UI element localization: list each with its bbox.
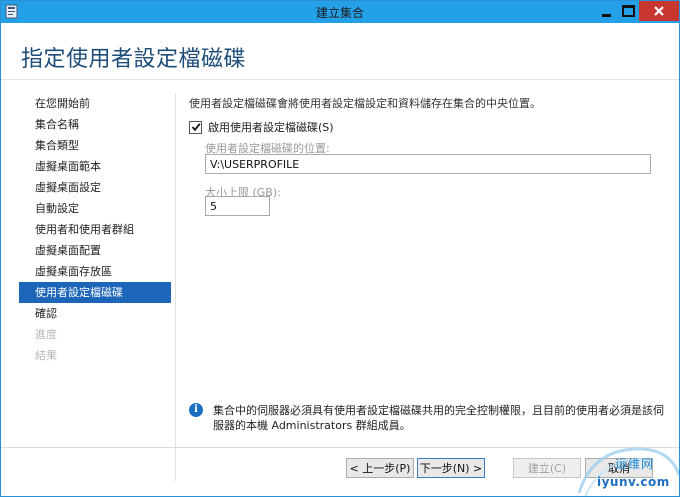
- wizard-nav: 在您開始前 集合名稱 集合類型 虛擬桌面範本 虛擬桌面設定 自動設定 使用者和使…: [19, 93, 171, 366]
- location-input[interactable]: [205, 154, 651, 174]
- checkmark-icon: [191, 123, 201, 132]
- minimize-icon: [601, 13, 611, 17]
- create-collection-window: 建立集合 指定使用者設定檔磁碟 在您開始前 集合名稱 集合類型 虛擬桌面範本 虛…: [0, 0, 680, 497]
- nav-item-before-you-begin[interactable]: 在您開始前: [19, 93, 171, 114]
- nav-item-vd-storage[interactable]: 虛擬桌面存放區: [19, 261, 171, 282]
- nav-item-collection-type[interactable]: 集合類型: [19, 135, 171, 156]
- nav-item-vd-settings[interactable]: 虛擬桌面設定: [19, 177, 171, 198]
- nav-item-confirmation[interactable]: 確認: [19, 303, 171, 324]
- window-title: 建立集合: [315, 6, 364, 20]
- nav-item-users-groups[interactable]: 使用者和使用者群組: [19, 219, 171, 240]
- maximize-button[interactable]: [615, 1, 641, 21]
- nav-item-collection-name[interactable]: 集合名稱: [19, 114, 171, 135]
- nav-item-vd-allocation[interactable]: 虛擬桌面配置: [19, 240, 171, 261]
- close-button[interactable]: [639, 1, 679, 21]
- next-button[interactable]: 下一步(N) >: [417, 458, 485, 478]
- previous-button[interactable]: < 上一步(P): [346, 458, 414, 478]
- nav-divider: [175, 93, 176, 481]
- nav-item-vd-template[interactable]: 虛擬桌面範本: [19, 156, 171, 177]
- header-divider: [1, 79, 679, 80]
- page-description: 使用者設定檔磁碟會將使用者設定檔設定和資料儲存在集合的中央位置。: [189, 97, 541, 110]
- maximize-icon: [621, 5, 635, 17]
- enable-upd-checkbox[interactable]: [189, 120, 202, 134]
- nav-item-progress: 進度: [35, 328, 57, 341]
- enable-upd-label: 啟用使用者設定檔磁碟(S): [208, 121, 334, 134]
- nav-item-user-profile-disks[interactable]: 使用者設定檔磁碟: [19, 282, 171, 303]
- info-icon: i: [189, 403, 203, 417]
- nav-item-unattended-settings[interactable]: 自動設定: [19, 198, 171, 219]
- page-title: 指定使用者設定檔磁碟: [21, 47, 247, 72]
- title-bar[interactable]: 建立集合: [1, 1, 679, 23]
- nav-item-results: 結果: [35, 349, 57, 362]
- watermark-url: iyunv.com: [597, 475, 670, 489]
- close-icon: [654, 6, 664, 16]
- max-size-input[interactable]: [205, 196, 270, 216]
- info-note: 集合中的伺服器必須具有使用者設定檔磁碟共用的完全控制權限，且目前的使用者必須是該…: [213, 404, 664, 432]
- watermark-text: 运维网: [615, 457, 655, 471]
- enable-upd-row[interactable]: 啟用使用者設定檔磁碟(S): [189, 119, 334, 135]
